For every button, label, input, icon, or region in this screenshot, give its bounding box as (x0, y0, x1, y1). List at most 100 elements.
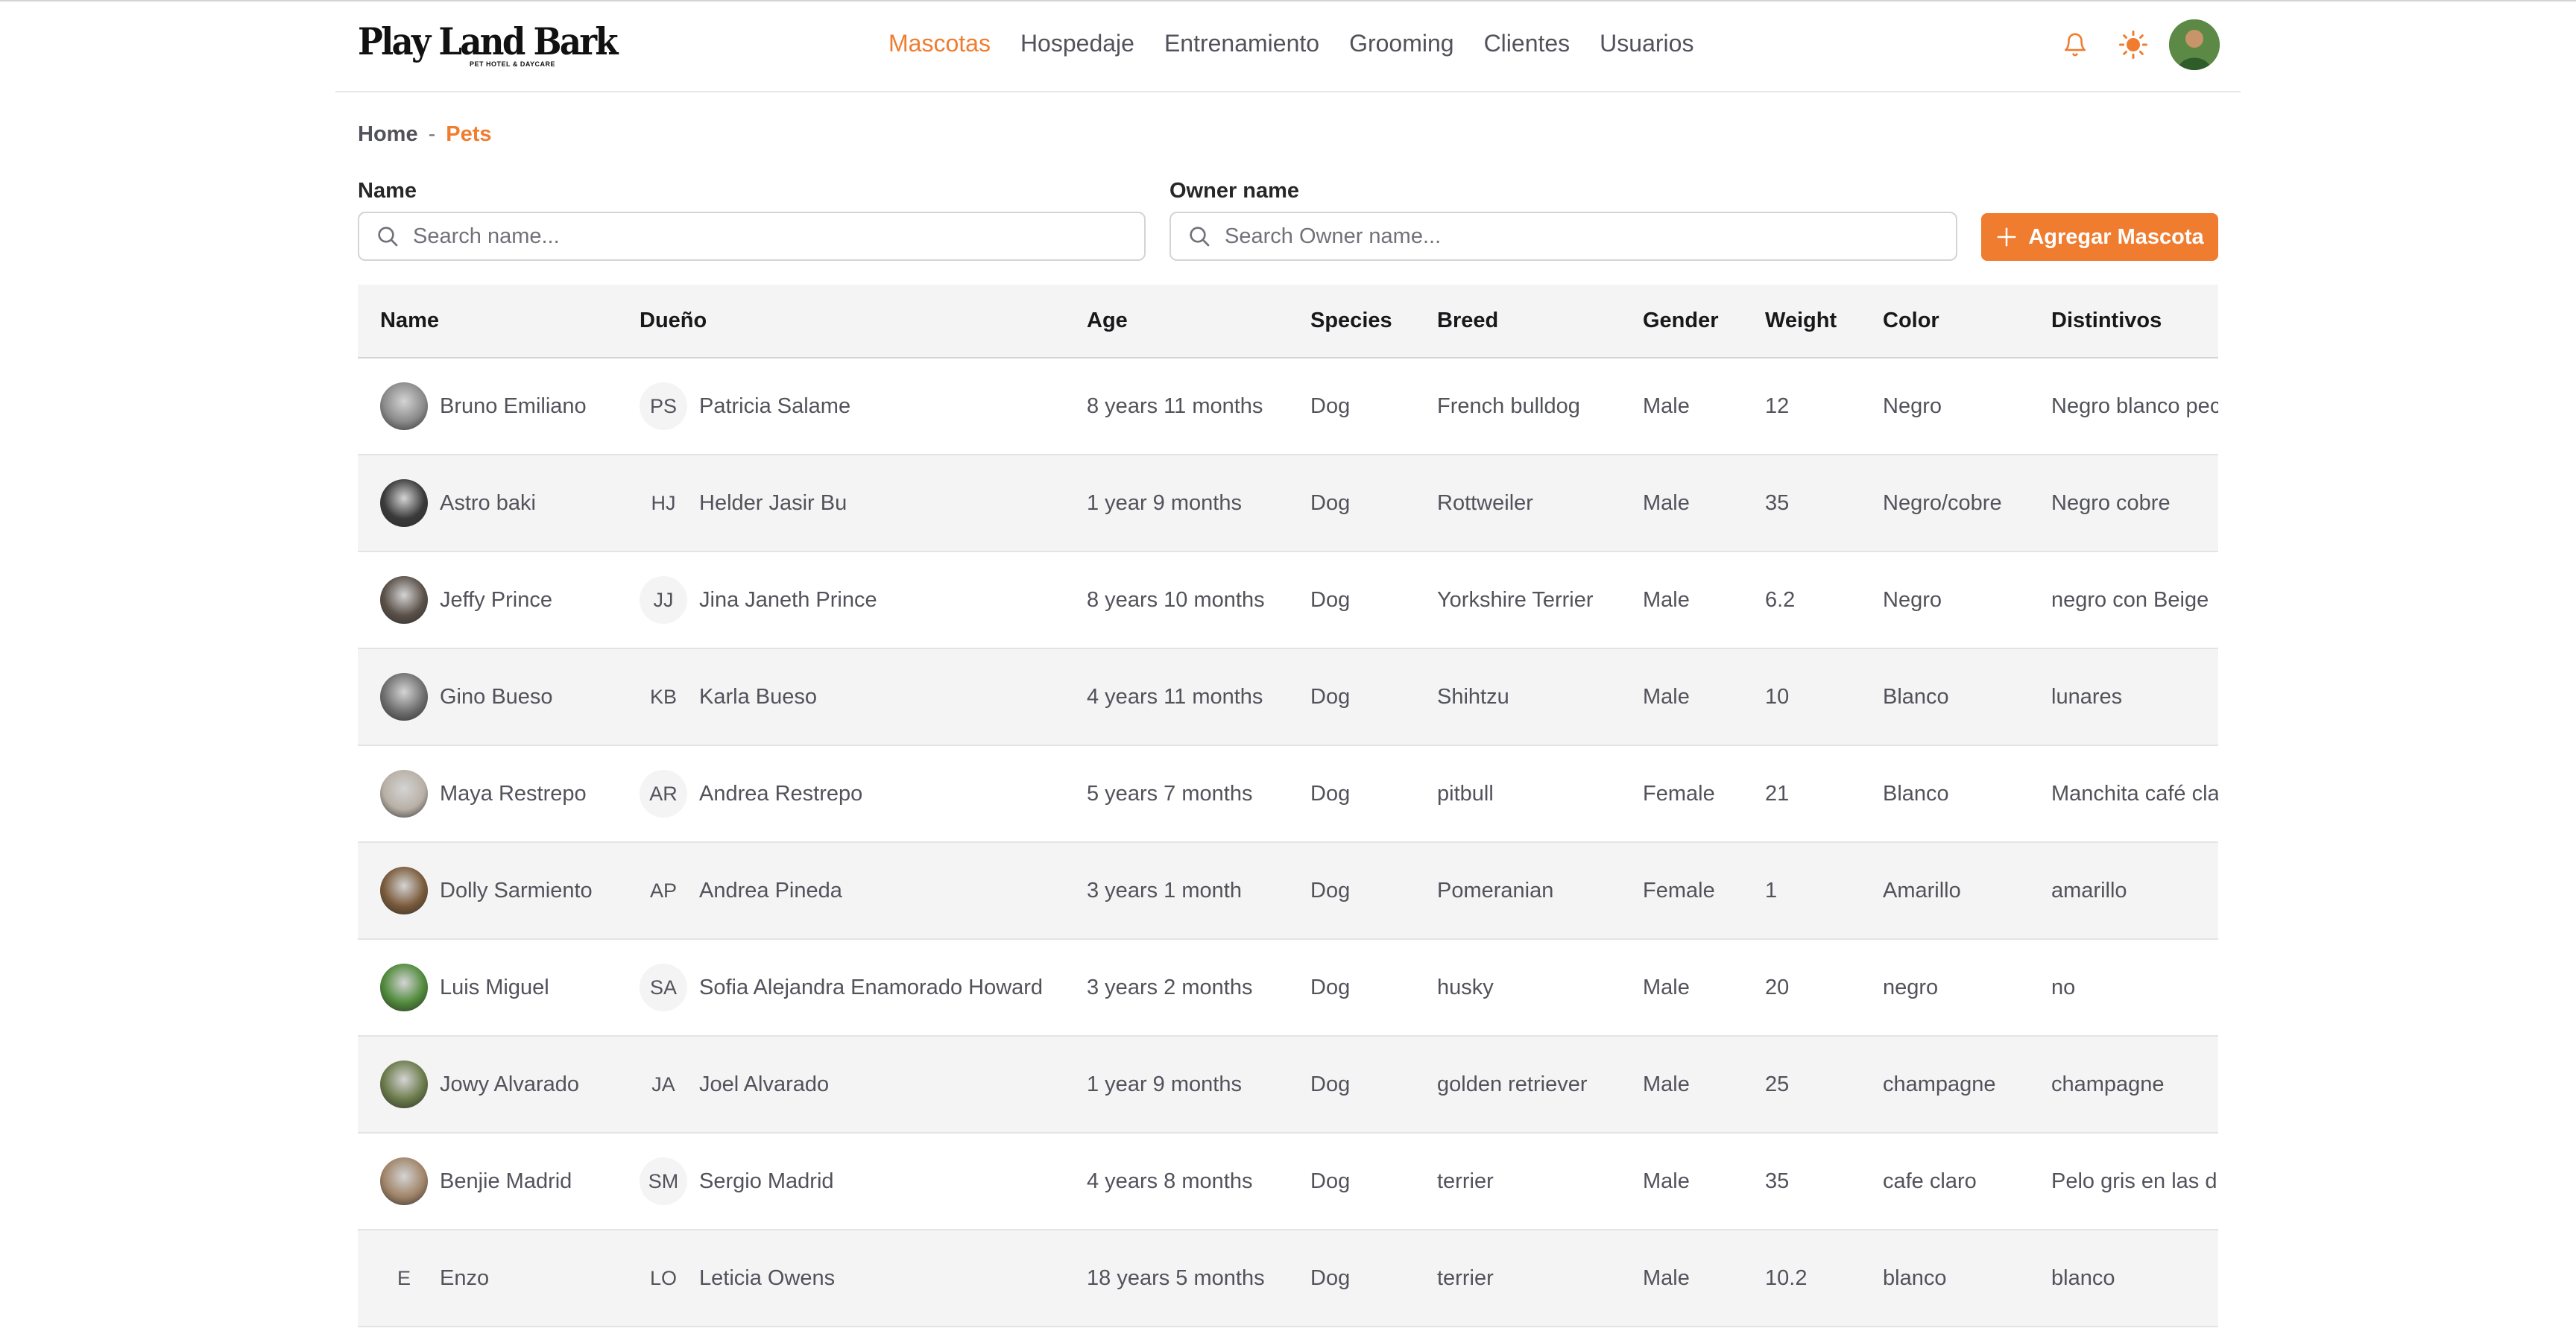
color-cell: negro (1883, 975, 1939, 999)
pet-name[interactable]: Dolly Sarmiento (440, 879, 593, 903)
column-header-gender[interactable]: Gender (1620, 285, 1743, 358)
weight-cell: 35 (1765, 1169, 1790, 1193)
pet-name[interactable]: Benjie Madrid (440, 1169, 572, 1194)
search-icon (378, 227, 398, 247)
breed-cell: Pomeranian (1437, 878, 1554, 903)
pet-name[interactable]: Bruno Emiliano (440, 394, 587, 419)
nav-item-hospedaje[interactable]: Hospedaje (1020, 30, 1134, 63)
pet-avatar (380, 576, 428, 624)
species-cell: Dog (1310, 878, 1351, 903)
name-search-input[interactable] (413, 224, 1081, 249)
marks-cell: amarillo (2051, 878, 2127, 903)
pet-avatar (380, 770, 428, 818)
age-cell: 8 years 11 months (1087, 394, 1263, 418)
pet-name[interactable]: Enzo (440, 1266, 489, 1291)
name-search-box[interactable] (358, 212, 1146, 261)
pet-name-cell: Gino Bueso (358, 648, 617, 745)
owner-name[interactable]: Andrea Restrepo (699, 782, 862, 806)
owner-initials-badge: AR (640, 770, 687, 818)
pet-name-cell: Jowy Alvarado (358, 1036, 617, 1133)
owner-initials-badge: HJ (640, 479, 687, 527)
marks-cell: lunares (2051, 684, 2123, 709)
add-pet-label: Agregar Mascota (2028, 224, 2204, 249)
owner-name[interactable]: Leticia Owens (699, 1266, 835, 1291)
table-row[interactable]: Jeffy Prince JJ Jina Janeth Prince 8 yea… (358, 552, 2218, 648)
column-header-age[interactable]: Age (1064, 285, 1288, 358)
table-row[interactable]: Astro baki HJ Helder Jasir Bu 1 year 9 m… (358, 455, 2218, 552)
breed-cell: pitbull (1437, 781, 1494, 806)
gender-cell: Female (1643, 781, 1715, 806)
owner-name[interactable]: Helder Jasir Bu (699, 491, 847, 516)
owner-name[interactable]: Karla Bueso (699, 685, 817, 709)
table-row[interactable]: Benjie Madrid SM Sergio Madrid 4 years 8… (358, 1133, 2218, 1230)
owner-search-input[interactable] (1225, 224, 1892, 249)
gender-cell: Male (1643, 1265, 1690, 1290)
pet-name[interactable]: Maya Restrepo (440, 782, 587, 806)
table-row[interactable]: Jowy Alvarado JA Joel Alvarado 1 year 9 … (358, 1036, 2218, 1133)
table-row[interactable]: Luis Miguel SA Sofia Alejandra Enamorado… (358, 939, 2218, 1036)
owner-initials-badge: PS (640, 382, 687, 430)
pet-name[interactable]: Astro baki (440, 491, 536, 516)
owner-cell: AR Andrea Restrepo (617, 745, 1064, 842)
column-header-weight[interactable]: Weight (1743, 285, 1860, 358)
owner-name[interactable]: Patricia Salame (699, 394, 850, 419)
column-header-breed[interactable]: Breed (1415, 285, 1620, 358)
main-nav: Mascotas Hospedaje Entrenamiento Groomin… (888, 30, 1693, 63)
weight-cell: 25 (1765, 1072, 1790, 1096)
marks-cell: no (2051, 975, 2076, 999)
owner-initials-badge: SA (640, 964, 687, 1011)
pet-name[interactable]: Gino Bueso (440, 685, 553, 709)
species-cell: Dog (1310, 1072, 1351, 1096)
pet-name[interactable]: Luis Miguel (440, 976, 549, 1000)
bell-icon[interactable] (2057, 27, 2093, 63)
nav-item-grooming[interactable]: Grooming (1349, 30, 1454, 63)
add-pet-button[interactable]: Agregar Mascota (1981, 213, 2218, 261)
pet-name-cell: Dolly Sarmiento (358, 842, 617, 939)
nav-item-mascotas[interactable]: Mascotas (888, 30, 991, 63)
breadcrumb-home[interactable]: Home (358, 122, 418, 147)
owner-cell: LO Leticia Owens (617, 1230, 1064, 1327)
weight-cell: 21 (1765, 781, 1790, 806)
table-row[interactable]: Maya Restrepo AR Andrea Restrepo 5 years… (358, 745, 2218, 842)
column-header-species[interactable]: Species (1288, 285, 1415, 358)
color-cell: Negro (1883, 587, 1942, 612)
sun-icon[interactable] (2115, 27, 2151, 63)
owner-name[interactable]: Joel Alvarado (699, 1072, 829, 1097)
weight-cell: 6.2 (1765, 587, 1796, 612)
owner-name[interactable]: Andrea Pineda (699, 879, 842, 903)
table-row[interactable]: Bruno Emiliano PS Patricia Salame 8 year… (358, 358, 2218, 455)
table-row[interactable]: E Enzo LO Leticia Owens 18 years 5 month… (358, 1230, 2218, 1327)
color-cell: Amarillo (1883, 878, 1961, 903)
table-row[interactable]: Dolly Sarmiento AP Andrea Pineda 3 years… (358, 842, 2218, 939)
user-avatar[interactable] (2169, 19, 2220, 70)
column-header-marks[interactable]: Distintivos (2029, 285, 2218, 358)
species-cell: Dog (1310, 394, 1351, 418)
nav-item-clientes[interactable]: Clientes (1484, 30, 1570, 63)
pet-name[interactable]: Jeffy Prince (440, 588, 552, 613)
table-row[interactable]: Gino Bueso KB Karla Bueso 4 years 11 mon… (358, 648, 2218, 745)
color-cell: cafe claro (1883, 1169, 1977, 1193)
brand-logo[interactable]: Play Land Bark PET HOTEL & DAYCARE (358, 19, 619, 69)
column-header-name[interactable]: Name (358, 285, 617, 358)
owner-name[interactable]: Sergio Madrid (699, 1169, 834, 1194)
marks-cell: blanco (2051, 1265, 2115, 1290)
owner-search-box[interactable] (1169, 212, 1957, 261)
pet-name[interactable]: Jowy Alvarado (440, 1072, 579, 1097)
species-cell: Dog (1310, 975, 1351, 999)
pets-table: Name Dueño Age Species Breed Gender Weig… (358, 285, 2218, 1327)
nav-item-entrenamiento[interactable]: Entrenamiento (1164, 30, 1319, 63)
column-header-owner[interactable]: Dueño (617, 285, 1064, 358)
owner-name[interactable]: Sofia Alejandra Enamorado Howard (699, 976, 1043, 1000)
marks-cell: negro con Beige (2051, 587, 2209, 612)
species-cell: Dog (1310, 490, 1351, 515)
gender-cell: Male (1643, 587, 1690, 612)
pet-avatar: E (397, 1266, 411, 1289)
age-cell: 1 year 9 months (1087, 490, 1242, 515)
nav-item-usuarios[interactable]: Usuarios (1600, 30, 1693, 63)
owner-name[interactable]: Jina Janeth Prince (699, 588, 877, 613)
pets-table-container[interactable]: Name Dueño Age Species Breed Gender Weig… (358, 285, 2218, 1340)
column-header-color[interactable]: Color (1860, 285, 2029, 358)
pet-name-cell: Jeffy Prince (358, 552, 617, 648)
top-header: Play Land Bark PET HOTEL & DAYCARE Masco… (335, 3, 2241, 92)
breed-cell: Shihtzu (1437, 684, 1509, 709)
